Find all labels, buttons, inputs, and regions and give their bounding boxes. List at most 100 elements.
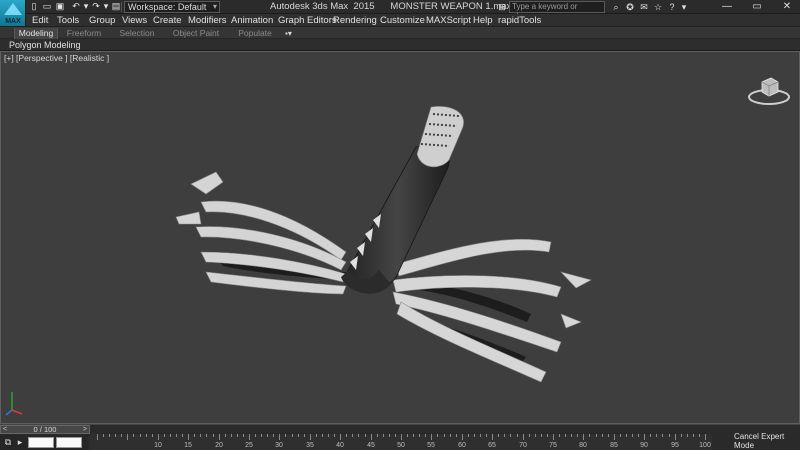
timeline-tick	[298, 434, 299, 437]
listener-toggle-icon[interactable]: ▸	[14, 437, 26, 448]
listener-input[interactable]	[28, 437, 54, 448]
timeline-tick	[352, 434, 353, 437]
timeline-tick	[328, 434, 329, 437]
tab-populate[interactable]: Populate	[235, 28, 275, 39]
cancel-expert-mode-button[interactable]: Cancel Expert Mode	[734, 432, 800, 450]
tab-object-paint[interactable]: Object Paint	[170, 28, 222, 39]
tab-modeling[interactable]: Modeling	[14, 28, 58, 39]
timeline-tick	[632, 434, 633, 437]
search-icon[interactable]: ⌕	[610, 1, 622, 13]
next-frame-icon[interactable]: >	[83, 426, 87, 434]
timeline-tick	[589, 434, 590, 437]
timeline-tick	[182, 434, 183, 437]
listener-icon[interactable]: ⧉	[2, 437, 14, 448]
maximize-icon[interactable]: ▭	[746, 0, 768, 14]
timeline-tick	[608, 434, 609, 437]
timeline-tick	[669, 434, 670, 437]
timeline-tick-label: 60	[458, 442, 466, 449]
timeline-tick	[644, 434, 645, 440]
timeline-tick	[279, 434, 280, 440]
application-menu-button[interactable]: MAX	[0, 0, 26, 26]
previous-frame-icon[interactable]: <	[3, 426, 7, 434]
help-icon[interactable]: ?	[666, 1, 678, 13]
timeline-tick-label: 65	[488, 442, 496, 449]
open-file-icon[interactable]: ▭	[41, 1, 53, 12]
timeline-tick	[450, 434, 451, 437]
workspace-dropdown[interactable]: Workspace: Default ▾	[124, 1, 220, 13]
menu-animation[interactable]: Animation	[231, 14, 273, 27]
viewport-label[interactable]: [+] [Perspective ] [Realistic ]	[4, 53, 109, 63]
menu-create[interactable]: Create	[153, 14, 182, 27]
menu-graph-editors[interactable]: Graph Editors	[278, 14, 337, 27]
timeline-tick	[371, 434, 372, 440]
timeline-tick	[377, 434, 378, 437]
search-input[interactable]: Type a keyword or phrase	[509, 1, 605, 21]
timeline-tick	[662, 434, 663, 437]
timeline-tick	[468, 434, 469, 437]
ribbon-options-icon[interactable]: ▪▾	[285, 29, 301, 38]
search-binoculars-icon[interactable]: ⊞	[496, 1, 508, 13]
timeline-tick-label: 70	[519, 442, 527, 449]
timeline-tick	[115, 434, 116, 437]
menu-customize[interactable]: Customize	[380, 14, 425, 27]
timeline-tick	[103, 434, 104, 437]
timeline-tick	[602, 434, 603, 437]
timeline-tick	[559, 434, 560, 437]
tab-selection[interactable]: Selection	[115, 28, 159, 39]
menu-modifiers[interactable]: Modifiers	[188, 14, 227, 27]
timeline-tick	[346, 434, 347, 437]
menu-maxscript[interactable]: MAXScript	[426, 14, 471, 27]
toolbar-divider	[121, 2, 122, 12]
maxscript-listener: ⧉ ▸	[0, 435, 88, 450]
timeline-tick	[121, 434, 122, 437]
timeline-tick	[365, 434, 366, 437]
timeline-track[interactable]: 10 15 20 25 30 35 40 45 50 55 60 65 70 75 80 85 90 95 100	[90, 434, 712, 450]
menu-bar: Edit Tools Group Views Create Modifiers …	[0, 14, 800, 27]
minimize-icon[interactable]: —	[716, 0, 738, 14]
listener-output[interactable]	[56, 437, 82, 448]
timeline-tick	[358, 434, 359, 437]
time-slider[interactable]: < 0 / 100 >	[0, 425, 90, 434]
timeline-tick-label: 40	[336, 442, 344, 449]
timeline-tick-label: 55	[427, 442, 435, 449]
timeline-tick	[523, 434, 524, 440]
timeline-tick	[492, 434, 493, 440]
timeline-tick	[213, 434, 214, 437]
menu-help[interactable]: Help	[473, 14, 493, 27]
timeline-tick-label: 85	[610, 442, 618, 449]
timeline-tick	[425, 434, 426, 437]
favorites-icon[interactable]: ☆	[652, 1, 664, 13]
polygon-modeling-panel[interactable]: Polygon Modeling	[9, 39, 81, 51]
timeline-tick	[109, 434, 110, 437]
timeline-tick	[437, 434, 438, 437]
menu-rendering[interactable]: Rendering	[333, 14, 377, 27]
menu-edit[interactable]: Edit	[32, 14, 48, 27]
menu-group[interactable]: Group	[89, 14, 115, 27]
timeline-tick	[620, 434, 621, 437]
timeline-tick	[304, 434, 305, 437]
tab-freeform[interactable]: Freeform	[62, 28, 106, 39]
viewcube-icon[interactable]	[746, 70, 792, 110]
timeline-tick	[237, 434, 238, 437]
timeline-tick-label: 45	[367, 442, 375, 449]
timeline-tick	[285, 434, 286, 437]
menu-views[interactable]: Views	[122, 14, 147, 27]
timeline-tick	[407, 434, 408, 437]
timeline-tick	[249, 434, 250, 440]
timeline-tick	[97, 434, 98, 440]
menu-rapidtools[interactable]: rapidTools	[498, 14, 541, 27]
timeline-tick	[322, 434, 323, 437]
close-icon[interactable]: ✕	[776, 0, 798, 14]
perspective-viewport[interactable]: [+] [Perspective ] [Realistic ]	[0, 51, 800, 424]
new-file-icon[interactable]: ▯	[28, 1, 40, 12]
ribbon-panel: Polygon Modeling	[0, 39, 800, 51]
menu-tools[interactable]: Tools	[57, 14, 79, 27]
timeline-tick	[699, 434, 700, 437]
save-icon[interactable]: ▣	[54, 1, 66, 12]
timeline-tick	[334, 434, 335, 437]
communication-center-icon[interactable]: ✉	[638, 1, 650, 13]
subscription-center-icon[interactable]: ✪	[624, 1, 636, 13]
timeline-tick	[517, 434, 518, 437]
help-dropdown-icon[interactable]: ▾	[678, 1, 690, 13]
timeline-tick	[565, 434, 566, 437]
